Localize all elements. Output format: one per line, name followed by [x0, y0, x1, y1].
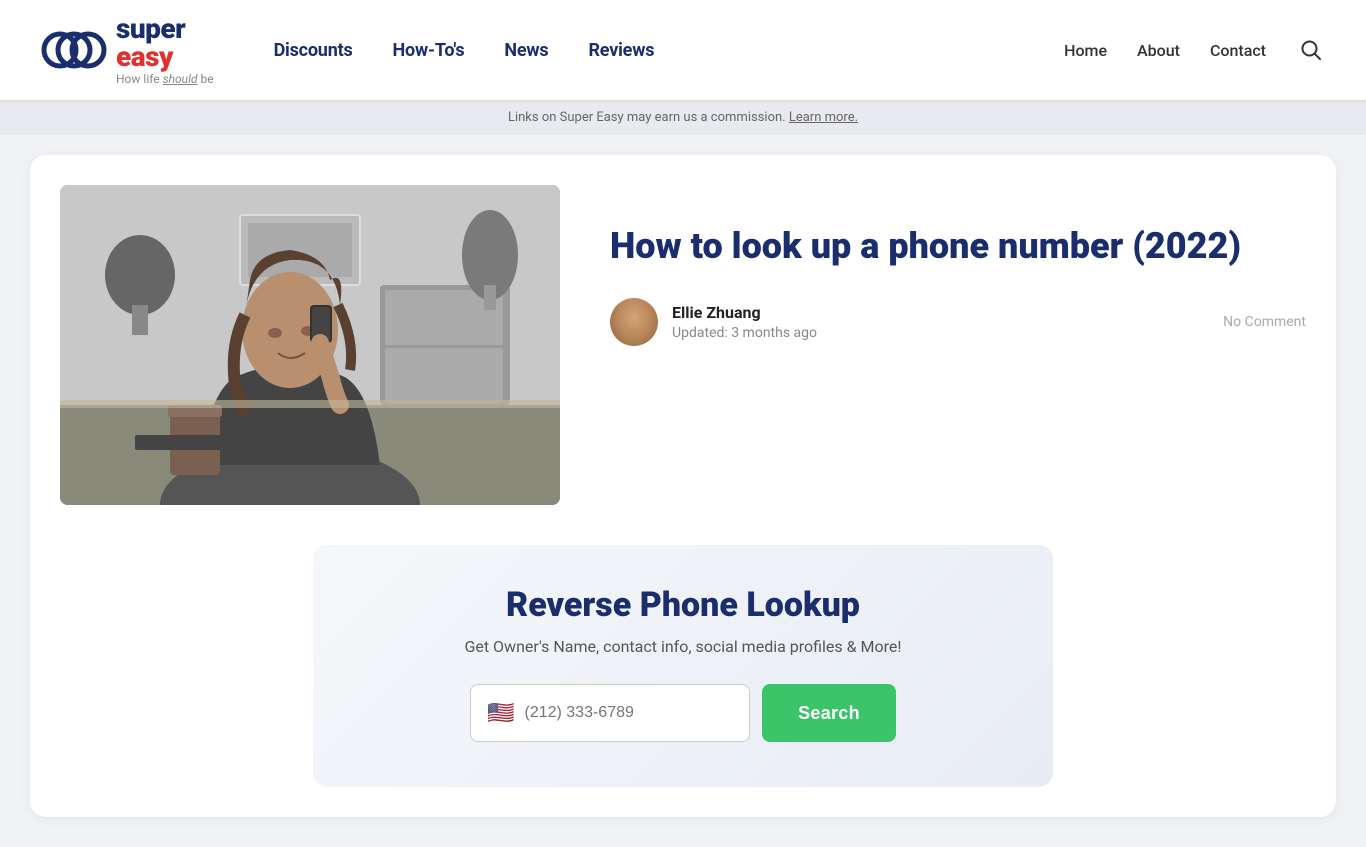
phone-lookup-widget: Reverse Phone Lookup Get Owner's Name, c… [313, 545, 1053, 787]
no-comment: No Comment [1223, 314, 1306, 330]
article-card: How to look up a phone number (2022) Ell… [30, 155, 1336, 817]
search-button[interactable]: Search [762, 684, 896, 742]
author-name: Ellie Zhuang [672, 303, 1209, 322]
main-navigation: Discounts How-To's News Reviews [274, 40, 1065, 61]
affiliate-banner: Links on Super Easy may earn us a commis… [0, 100, 1366, 135]
learn-more-link[interactable]: Learn more. [789, 110, 858, 125]
article-meta: How to look up a phone number (2022) Ell… [610, 185, 1306, 346]
logo-text: super easy How life should be [116, 15, 214, 85]
author-avatar [610, 298, 658, 346]
nav-item-discounts[interactable]: Discounts [274, 40, 353, 61]
nav-item-about[interactable]: About [1137, 41, 1180, 60]
hero-image-svg [60, 185, 560, 505]
site-header: super easy How life should be Discounts … [0, 0, 1366, 100]
logo-easy: easy [116, 40, 173, 73]
search-icon [1300, 39, 1322, 61]
right-navigation: Home About Contact [1064, 35, 1326, 65]
nav-item-news[interactable]: News [504, 40, 548, 61]
nav-item-home[interactable]: Home [1064, 41, 1107, 60]
author-info: Ellie Zhuang Updated: 3 months ago [672, 303, 1209, 341]
article-title: How to look up a phone number (2022) [610, 225, 1306, 268]
search-icon-button[interactable] [1296, 35, 1326, 65]
nav-item-reviews[interactable]: Reviews [588, 40, 654, 61]
logo-tagline: How life should be [116, 73, 214, 85]
phone-input-wrap: 🇺🇸 [470, 684, 750, 742]
flag-icon: 🇺🇸 [487, 701, 514, 726]
article-image [60, 185, 560, 505]
widget-title: Reverse Phone Lookup [353, 585, 1013, 625]
affiliate-text: Links on Super Easy may earn us a commis… [508, 110, 789, 125]
phone-input-row: 🇺🇸 Search [353, 684, 1013, 742]
logo[interactable]: super easy How life should be [40, 15, 214, 85]
article-hero: How to look up a phone number (2022) Ell… [60, 185, 1306, 505]
nav-item-contact[interactable]: Contact [1210, 41, 1266, 60]
logo-icon [40, 16, 108, 84]
phone-number-input[interactable] [524, 704, 733, 722]
widget-subtitle: Get Owner's Name, contact info, social m… [353, 637, 1013, 656]
author-updated: Updated: 3 months ago [672, 325, 817, 341]
main-content: How to look up a phone number (2022) Ell… [0, 135, 1366, 847]
author-row: Ellie Zhuang Updated: 3 months ago No Co… [610, 298, 1306, 346]
nav-item-howtos[interactable]: How-To's [393, 40, 465, 61]
